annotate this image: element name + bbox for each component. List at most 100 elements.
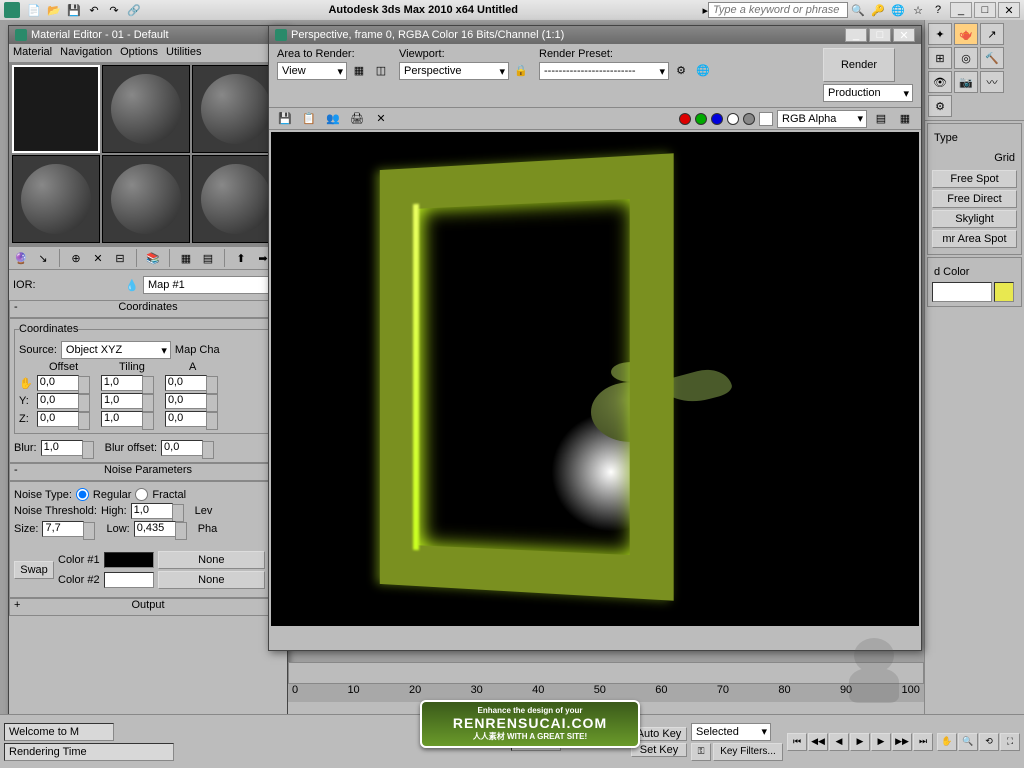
- search-input[interactable]: [708, 2, 848, 18]
- put-library-icon[interactable]: 📚: [144, 250, 162, 266]
- show-end-icon[interactable]: ▤: [199, 250, 217, 266]
- get-material-icon[interactable]: 🔮: [12, 250, 30, 266]
- go-parent-icon[interactable]: ⬆: [232, 250, 250, 266]
- viewnav-pan-icon[interactable]: ✋: [937, 733, 957, 751]
- teapot-tab-icon[interactable]: 🫖: [954, 23, 978, 45]
- preset-dropdown[interactable]: -------------------------: [539, 62, 669, 80]
- matedit-titlebar[interactable]: Material Editor - 01 - Default: [9, 26, 287, 44]
- redo-icon[interactable]: ↷: [105, 2, 123, 18]
- color2-swatch[interactable]: [104, 572, 154, 588]
- bluroffset-input[interactable]: 0,0: [161, 440, 203, 456]
- regular-radio[interactable]: [76, 488, 89, 501]
- star-icon[interactable]: ☆: [909, 2, 927, 18]
- material-slot[interactable]: [102, 65, 190, 153]
- source-dropdown[interactable]: Object XYZ: [61, 341, 171, 359]
- new-icon[interactable]: 📄: [25, 2, 43, 18]
- alpha-channel-icon[interactable]: [727, 113, 739, 125]
- fractal-radio[interactable]: [135, 488, 148, 501]
- color1-swatch[interactable]: [104, 552, 154, 568]
- channel-dropdown[interactable]: RGB Alpha: [777, 110, 867, 128]
- open-icon[interactable]: 📂: [45, 2, 63, 18]
- maximize-button[interactable]: □: [974, 2, 996, 18]
- misc-tab-icon[interactable]: ⚙: [928, 95, 952, 117]
- name-field[interactable]: [932, 282, 992, 302]
- show-map-icon[interactable]: ▦: [177, 250, 195, 266]
- binoculars-icon[interactable]: 🔍: [849, 2, 867, 18]
- eyedropper-icon[interactable]: 💧: [125, 279, 139, 292]
- coordinates-rollout-header[interactable]: - Coordinates: [9, 300, 287, 318]
- motion-tab-icon[interactable]: ◎: [954, 47, 978, 69]
- free-direct-button[interactable]: Free Direct: [932, 190, 1017, 208]
- offset-z-input[interactable]: 0,0: [37, 411, 79, 427]
- render-button[interactable]: Render: [823, 48, 895, 82]
- mr-area-spot-button[interactable]: mr Area Spot: [932, 230, 1017, 248]
- menu-options[interactable]: Options: [120, 46, 158, 60]
- offset-y-input[interactable]: 0,0: [37, 393, 79, 409]
- output-rollout-header[interactable]: + Output: [9, 598, 287, 616]
- high-input[interactable]: 1,0: [131, 503, 173, 519]
- menu-utilities[interactable]: Utilities: [166, 46, 201, 60]
- blue-channel-icon[interactable]: [711, 113, 723, 125]
- hammer-tab-icon[interactable]: 🔨: [980, 47, 1004, 69]
- offset-x-input[interactable]: 0,0: [37, 375, 79, 391]
- keystep-icon[interactable]: ⚿: [691, 743, 711, 761]
- color2-map-button[interactable]: None: [158, 571, 265, 589]
- assign-icon[interactable]: ⊕: [67, 250, 85, 266]
- copy-image-icon[interactable]: 📋: [300, 111, 318, 127]
- modify-tab-icon[interactable]: ↗: [980, 23, 1004, 45]
- keyfilters-button[interactable]: Key Filters...: [713, 743, 783, 761]
- close-button[interactable]: ✕: [998, 2, 1020, 18]
- save-image-icon[interactable]: 💾: [276, 111, 294, 127]
- color1-map-button[interactable]: None: [158, 551, 265, 569]
- toggle-ui-icon[interactable]: ▦: [896, 111, 914, 127]
- crop-icon[interactable]: ◫: [372, 62, 390, 78]
- material-slot[interactable]: [12, 155, 100, 243]
- area-dropdown[interactable]: View: [277, 62, 347, 80]
- mono-channel-icon[interactable]: [743, 113, 755, 125]
- hierarchy-tab-icon[interactable]: ⊞: [928, 47, 952, 69]
- camera-tab-icon[interactable]: 📷: [954, 71, 978, 93]
- green-channel-icon[interactable]: [695, 113, 707, 125]
- render-minimize-button[interactable]: _: [845, 28, 867, 42]
- tiling-x-input[interactable]: 1,0: [101, 375, 143, 391]
- next-frame-icon[interactable]: ▶▶: [892, 733, 912, 751]
- prev-frame-icon[interactable]: ◀◀: [808, 733, 828, 751]
- lock-icon[interactable]: 🔒: [512, 62, 530, 78]
- swap-button[interactable]: Swap: [14, 561, 54, 579]
- globe-icon[interactable]: 🌐: [889, 2, 907, 18]
- tiling-z-input[interactable]: 1,0: [101, 411, 143, 427]
- key-icon[interactable]: 🔑: [869, 2, 887, 18]
- production-dropdown[interactable]: Production: [823, 84, 913, 102]
- size-input[interactable]: 7,7: [42, 521, 84, 537]
- blur-input[interactable]: 1,0: [41, 440, 83, 456]
- display-tab-icon[interactable]: 👁: [928, 71, 952, 93]
- angle-z-input[interactable]: 0,0: [165, 411, 207, 427]
- red-channel-icon[interactable]: [679, 113, 691, 125]
- clone-icon[interactable]: 👥: [324, 111, 342, 127]
- keymode-dropdown[interactable]: Selected: [691, 723, 771, 741]
- material-slot[interactable]: [12, 65, 100, 153]
- low-input[interactable]: 0,435: [134, 521, 176, 537]
- link-icon[interactable]: 🔗: [125, 2, 143, 18]
- hand-icon[interactable]: ✋: [19, 377, 33, 390]
- material-slot[interactable]: [192, 155, 280, 243]
- material-slot[interactable]: [102, 155, 190, 243]
- preset-env-icon[interactable]: 🌐: [694, 62, 712, 78]
- free-spot-button[interactable]: Free Spot: [932, 170, 1017, 188]
- render-titlebar[interactable]: Perspective, frame 0, RGBA Color 16 Bits…: [269, 26, 921, 44]
- color-swatch[interactable]: [994, 282, 1014, 302]
- viewnav-zoom-icon[interactable]: 🔍: [958, 733, 978, 751]
- create-tab-icon[interactable]: ✦: [928, 23, 952, 45]
- prev-key-icon[interactable]: ◀: [829, 733, 849, 751]
- play-icon[interactable]: ▶: [850, 733, 870, 751]
- preset-setup-icon[interactable]: ⚙: [672, 62, 690, 78]
- put-to-scene-icon[interactable]: ↘: [34, 250, 52, 266]
- material-slot[interactable]: [192, 65, 280, 153]
- goto-end-icon[interactable]: ⏭: [913, 733, 933, 751]
- noise-rollout-header[interactable]: - Noise Parameters: [9, 463, 287, 481]
- undo-icon[interactable]: ↶: [85, 2, 103, 18]
- time-slider[interactable]: [288, 662, 924, 684]
- menu-navigation[interactable]: Navigation: [60, 46, 112, 60]
- clear-icon[interactable]: ✕: [372, 111, 390, 127]
- menu-material[interactable]: Material: [13, 46, 52, 60]
